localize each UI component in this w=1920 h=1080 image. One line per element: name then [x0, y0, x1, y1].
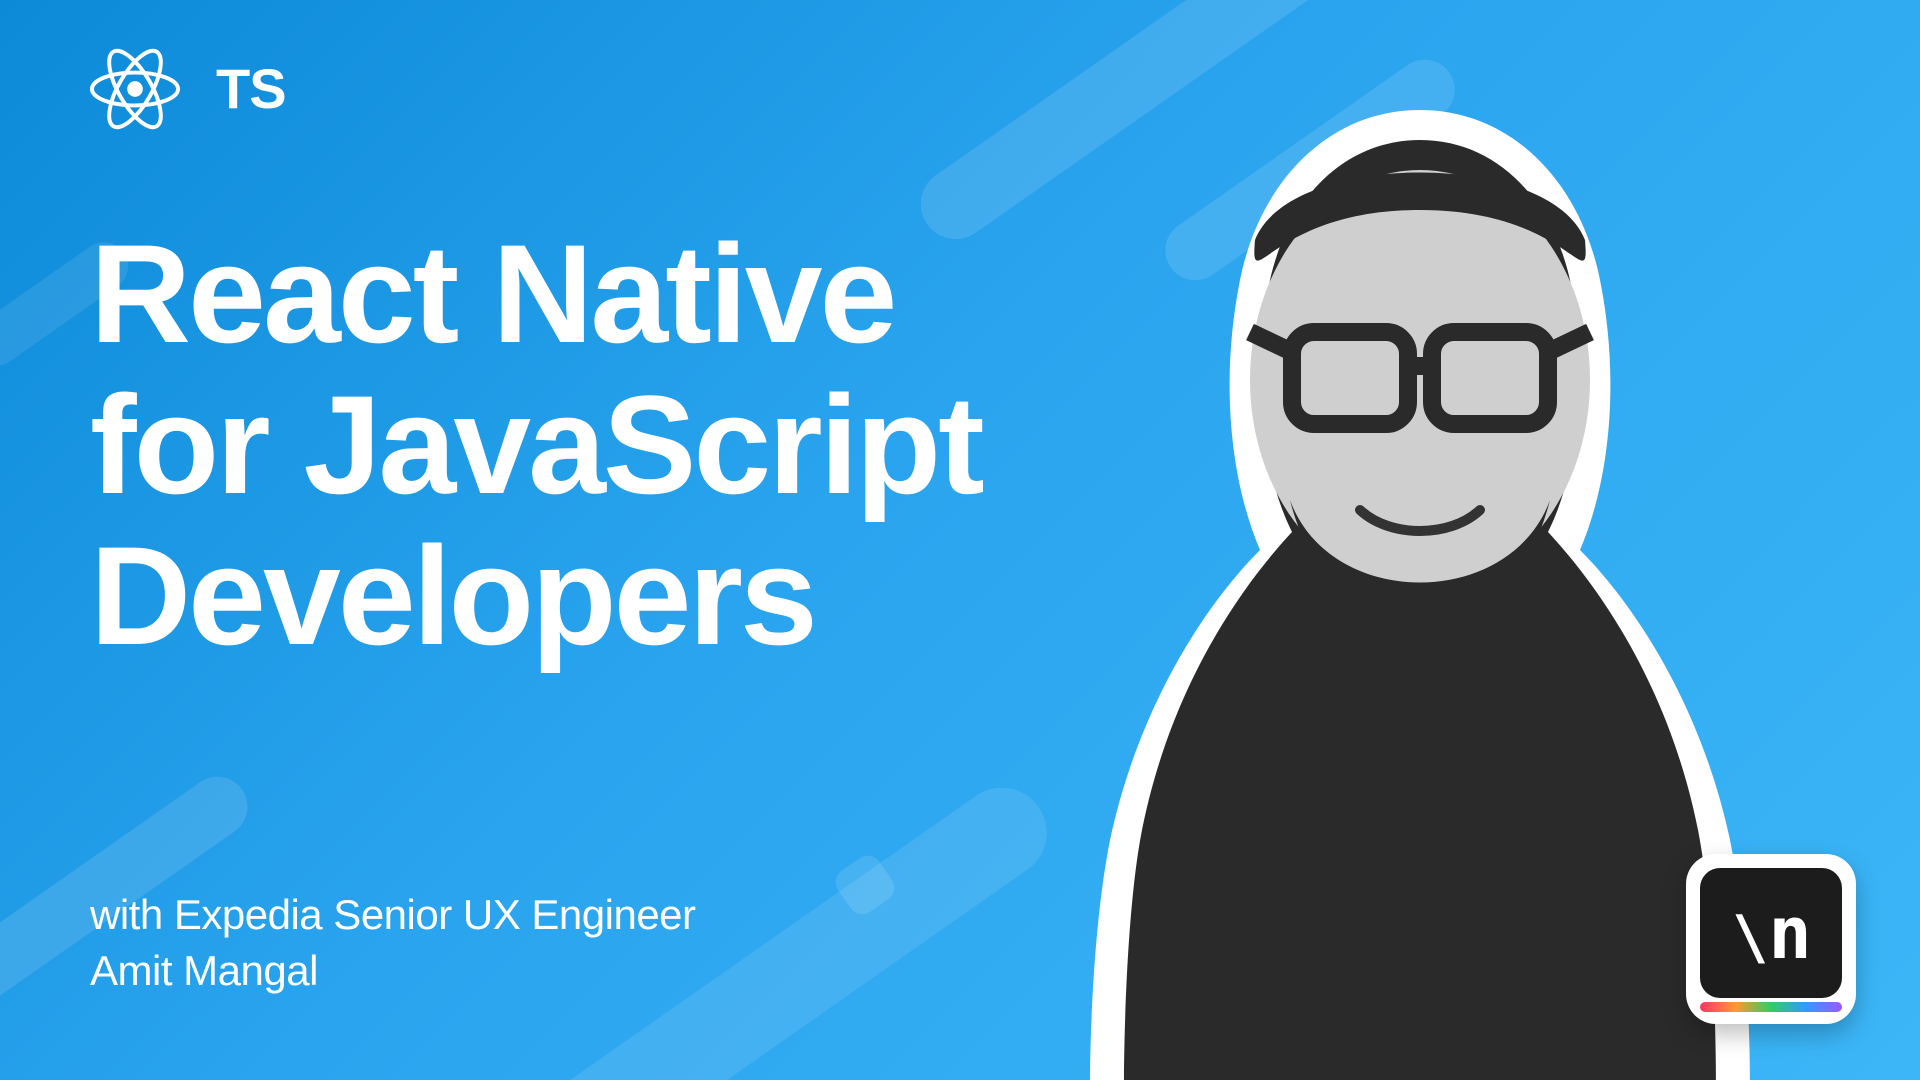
brand-slash: \ [1732, 903, 1766, 973]
brand-badge: \n [1686, 854, 1856, 1024]
brand-letter: n [1768, 891, 1809, 975]
title-line-1: React Native [90, 215, 894, 372]
presenter-byline: with Expedia Senior UX Engineer Amit Man… [90, 887, 696, 1000]
byline-role: with Expedia Senior UX Engineer [90, 887, 696, 944]
title-line-3: Developers [90, 517, 815, 674]
brand-logo-text: \n [1732, 891, 1809, 975]
brand-rainbow-strip [1700, 1002, 1842, 1012]
course-thumbnail: TS React Native for JavaScript Developer… [0, 0, 1920, 1080]
byline-name: Amit Mangal [90, 943, 696, 1000]
brand-badge-inner: \n [1700, 868, 1842, 998]
tech-logos: TS [90, 44, 286, 134]
typescript-badge: TS [216, 61, 286, 117]
title-line-2: for JavaScript [90, 366, 982, 523]
course-title: React Native for JavaScript Developers [90, 218, 982, 672]
react-icon [90, 44, 180, 134]
